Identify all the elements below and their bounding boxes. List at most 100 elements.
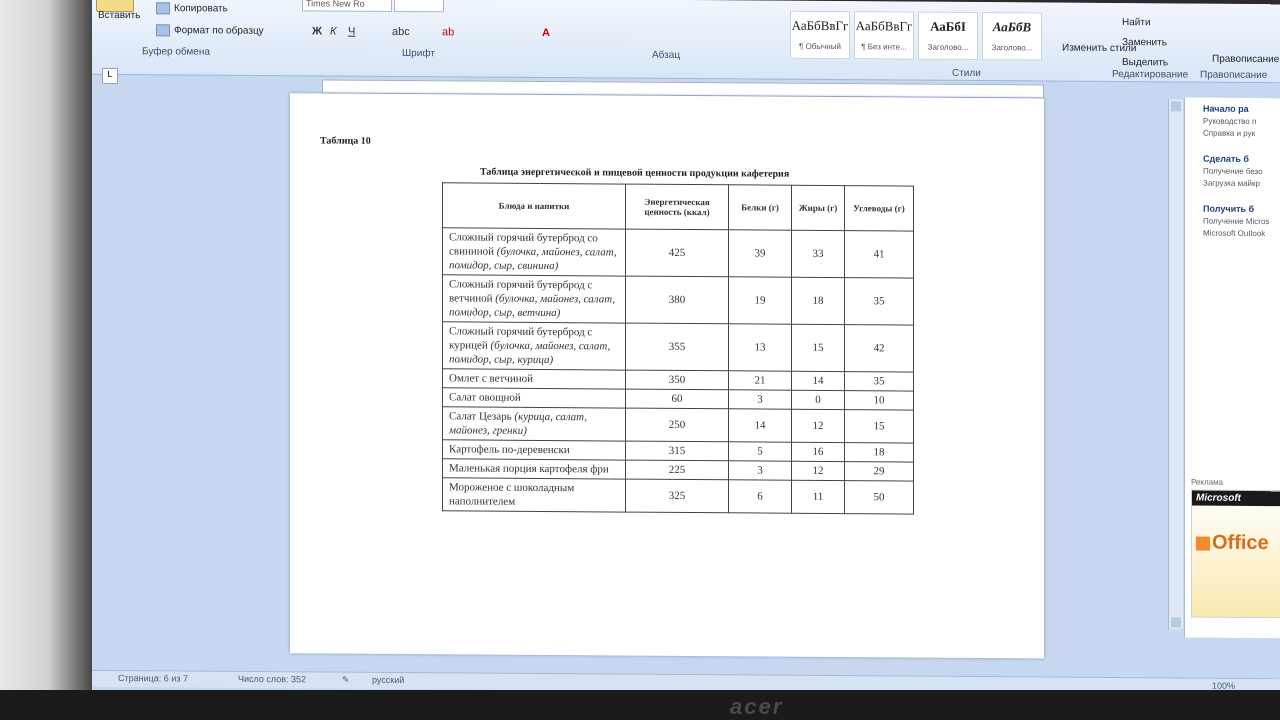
cell-fat: 12 [791, 409, 845, 443]
cell-fat: 0 [791, 390, 845, 410]
cell-fat: 33 [791, 230, 845, 278]
format-painter-label: Формат по образцу [174, 25, 264, 37]
ad-label: Реклама [1191, 477, 1224, 487]
cell-carbs: 15 [844, 409, 914, 444]
cell-carbs: 35 [844, 371, 914, 392]
header-dishes: Блюда и напитки [442, 182, 626, 230]
office-advertisement[interactable]: Microsoft Office [1191, 489, 1280, 619]
tab-stop-selector[interactable]: L [102, 67, 118, 85]
cell-protein: 6 [728, 479, 792, 514]
header-fat: Жиры (г) [791, 185, 845, 231]
pane-item-get-free[interactable]: Получить б [1185, 203, 1280, 214]
vertical-scrollbar[interactable] [1168, 99, 1183, 630]
copy-label: Копировать [174, 3, 228, 15]
office-logo-icon [1196, 536, 1210, 551]
cell-protein: 5 [728, 441, 792, 462]
cell-dish: Салат Цезарь (курица, салат, майонез, гр… [442, 406, 626, 442]
underline-button[interactable]: Ч [348, 26, 355, 38]
pane-line[interactable]: Руководство п [1185, 116, 1280, 126]
document-page[interactable]: Таблица 10 Таблица энергетической и пище… [290, 93, 1044, 659]
style-name: Заголово... [991, 43, 1033, 53]
pane-line[interactable]: Microsoft Outlook [1185, 228, 1280, 238]
screen: Вставить Копировать Формат по образцу Бу… [92, 0, 1280, 705]
pane-line[interactable]: Получение Micros [1185, 216, 1280, 226]
table-header-row: Блюда и напитки Энергетическая ценность … [442, 182, 914, 232]
style-name: Заголово... [927, 42, 969, 52]
font-name-box[interactable]: Times New Ro [302, 0, 392, 12]
scroll-up-arrow[interactable] [1171, 101, 1181, 112]
style-name: ¶ Без инте... [861, 42, 907, 52]
cell-fat: 12 [791, 461, 845, 481]
pane-line[interactable]: Справка и рук [1185, 128, 1280, 138]
style-normal[interactable]: АаБбВвГг ¶ Обычный [790, 10, 850, 60]
cell-carbs: 29 [844, 461, 914, 482]
style-sample: АаБбВвГг [791, 17, 849, 34]
style-sample: АаБбІ [930, 18, 966, 34]
font-color-button[interactable]: А [542, 27, 550, 39]
dish-name: Салат овощной [449, 391, 521, 404]
cell-kcal: 325 [625, 479, 729, 513]
table-row: Мороженое с шоколадным наполнителем 325 6 1… [442, 477, 914, 515]
cell-dish: Сложный горячий бутерброд с курицей (бул… [442, 321, 626, 371]
table-number: Таблица 10 [320, 135, 371, 147]
italic-button[interactable]: К [330, 26, 336, 38]
pane-item-getting-started[interactable]: Начало ра [1185, 103, 1280, 114]
cell-carbs: 41 [844, 230, 914, 279]
spelling-button[interactable]: Правописание [1212, 54, 1279, 65]
bold-button[interactable]: Ж [312, 25, 322, 37]
cell-kcal: 315 [625, 441, 729, 461]
table-row: Сложный горячий бутерброд со свининой (б… [442, 227, 914, 279]
cell-carbs: 18 [844, 442, 914, 463]
table-row: Сложный горячий бутерброд с курицей (бул… [442, 321, 914, 373]
select-button[interactable]: Выделить [1122, 57, 1168, 68]
status-spelling-icon[interactable]: ✎ [342, 675, 350, 686]
clipboard-group-label: Буфер обмена [142, 46, 210, 58]
cell-fat: 14 [791, 371, 845, 391]
style-heading-2[interactable]: АаБбВ Заголово... [982, 12, 1042, 61]
status-language[interactable]: русский [372, 675, 404, 685]
cell-protein: 14 [728, 408, 792, 443]
replace-button[interactable]: Заменить [1122, 37, 1167, 48]
strikethrough-button[interactable]: abc [392, 26, 410, 38]
font-size-box[interactable] [394, 0, 444, 13]
cell-dish: Картофель по-деревенски [442, 439, 626, 461]
cell-dish: Сложный горячий бутерброд с ветчиной (бу… [442, 274, 626, 324]
find-button[interactable]: Найти [1122, 17, 1151, 28]
status-page[interactable]: Страница: 6 из 7 [118, 673, 188, 683]
table-row: Салат Цезарь (курица, салат, майонез, гр… [442, 406, 914, 444]
dish-name: Мороженое с шоколадным наполнителем [449, 481, 575, 508]
cell-kcal: 355 [625, 323, 729, 371]
status-words[interactable]: Число слов: 352 [238, 674, 306, 684]
highlight-button[interactable]: ab [442, 26, 454, 38]
cell-fat: 15 [791, 324, 845, 372]
pane-line[interactable]: Получение безо [1185, 166, 1280, 176]
cell-fat: 11 [791, 480, 845, 514]
cell-kcal: 380 [625, 276, 729, 324]
pane-line[interactable]: Загрузка майкр [1185, 178, 1280, 188]
style-sample: АаБбВвГг [855, 18, 913, 34]
cell-dish: Салат овощной [442, 387, 626, 409]
table-title: Таблица энергетической и пищевой ценност… [480, 166, 790, 180]
task-pane: Начало ра Руководство п Справка и рук Сд… [1184, 97, 1280, 639]
brush-icon [156, 24, 170, 37]
cell-protein: 3 [728, 460, 792, 481]
style-no-spacing[interactable]: АаБбВвГг ¶ Без инте... [854, 11, 914, 60]
pane-item-make-more[interactable]: Сделать б [1185, 153, 1280, 164]
scroll-down-arrow[interactable] [1171, 617, 1181, 628]
nutrition-table: Блюда и напитки Энергетическая ценность … [442, 182, 914, 515]
font-group-label: Шрифт [402, 48, 435, 60]
cell-dish: Омлет с ветчиной [442, 368, 626, 390]
style-heading-1[interactable]: АаБбІ Заголово... [918, 11, 978, 61]
copy-icon [156, 2, 170, 15]
format-painter-button[interactable]: Формат по образцу [156, 24, 264, 37]
styles-group-label: Стили [952, 67, 981, 80]
cell-carbs: 42 [844, 324, 914, 373]
cell-protein: 13 [728, 323, 792, 372]
copy-button[interactable]: Копировать [156, 2, 228, 15]
cell-kcal: 60 [625, 389, 729, 409]
monitor-bezel-bottom [0, 690, 1280, 720]
header-protein: Белки (г) [728, 184, 792, 231]
cell-protein: 19 [728, 276, 792, 325]
table-row: Сложный горячий бутерброд с ветчиной (бу… [442, 274, 914, 326]
paste-button[interactable]: Вставить [98, 10, 140, 21]
